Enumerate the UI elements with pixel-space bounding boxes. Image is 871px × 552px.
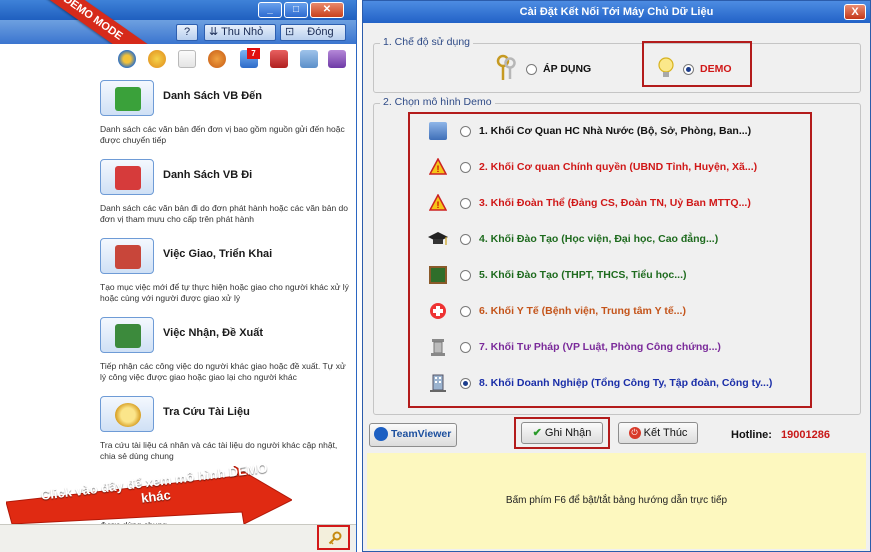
presentation-icon[interactable] [270, 50, 288, 68]
left-status-bar [0, 524, 356, 552]
key-icon [328, 531, 342, 545]
smiley-icon[interactable] [148, 50, 166, 68]
warning-icon: ! [429, 194, 447, 211]
main-app-window: _ □ ✕ ? ⇊ Thu Nhỏ ⊡ Đóng DEMO MODE 7 Dan… [0, 0, 357, 552]
switch-demo-button[interactable] [317, 525, 350, 550]
model-2-radio[interactable] [460, 162, 471, 173]
menu-item-title[interactable]: Danh Sách VB Đi [163, 169, 252, 181]
left-toolbar: ? ⇊ Thu Nhỏ ⊡ Đóng [0, 20, 356, 44]
close-window-button[interactable]: ✕ [310, 2, 344, 18]
menu-item-desc: Tra cứu tài liệu cá nhân và các tài liệu… [100, 440, 338, 461]
svg-text:!: ! [437, 164, 440, 174]
teamviewer-icon [374, 427, 388, 442]
model-4-radio[interactable] [460, 234, 471, 245]
model-1-radio[interactable] [460, 126, 471, 137]
building-icon [429, 122, 447, 140]
medical-cross-icon [430, 303, 446, 319]
model-4-label[interactable]: 4. Khối Đào Tạo (Học viện, Đại học, Cao … [479, 233, 718, 245]
quick-icon-bar [0, 44, 356, 74]
warning-icon: ! [429, 158, 447, 175]
svg-text:!: ! [437, 200, 440, 210]
keys-icon [496, 54, 516, 80]
graduation-cap-icon [428, 232, 448, 245]
exit-button[interactable]: ⏻ Kết Thúc [618, 422, 698, 444]
chevrons-down-icon: ⇊ [209, 26, 222, 38]
server-settings-dialog: Cài Đặt Kết Nối Tới Máy Chủ Dữ Liệu X 1.… [362, 0, 871, 552]
model-3-radio[interactable] [460, 198, 471, 209]
exit-icon: ⊡ [285, 26, 298, 38]
model-7-radio[interactable] [460, 342, 471, 353]
model-8-label[interactable]: 8. Khối Doanh Nghiệp (Tổng Công Ty, Tập … [479, 377, 772, 389]
usage-mode-group: 1. Chế độ sử dụng ÁP DỤNG DEMO [373, 36, 861, 93]
mail-icon[interactable] [178, 50, 196, 68]
minimize-window-button[interactable]: _ [258, 2, 282, 18]
menu-item-desc: Danh sách các văn bản đến đơn vị bao gồm… [100, 124, 345, 145]
model-1-label[interactable]: 1. Khối Cơ Quan HC Nhà Nước (Bộ, Sở, Phò… [479, 125, 751, 137]
menu-item-title[interactable]: Việc Giao, Triển Khai [163, 248, 272, 260]
dialog-title: Cài Đặt Kết Nối Tới Máy Chủ Dữ Liệu [363, 1, 870, 23]
received-tasks-icon[interactable] [100, 317, 154, 353]
menu-item-desc: Tạo mục việc mới để tự thực hiện hoặc gi… [100, 282, 349, 303]
settings-icon[interactable] [300, 50, 318, 68]
hint-panel: Bấm phím F6 để bật/tắt bảng hướng dẫn tr… [367, 453, 866, 549]
close-app-button[interactable]: ⊡ Đóng [280, 24, 346, 41]
books-icon[interactable] [328, 50, 346, 68]
globe-icon[interactable] [118, 50, 136, 68]
model-5-radio[interactable] [460, 270, 471, 281]
exit-label: Kết Thúc [643, 427, 688, 439]
model-2-label[interactable]: 2. Khối Cơ quan Chính quyền (UBND Tỉnh, … [479, 161, 757, 173]
blackboard-icon [429, 266, 447, 284]
minimize-label: Thu Nhỏ [221, 26, 264, 38]
demo-model-legend: 2. Chọn mô hình Demo [380, 96, 495, 108]
close-label: Đóng [307, 26, 334, 38]
save-highlight-box [514, 417, 610, 449]
model-3-label[interactable]: 3. Khối Đoàn Thể (Đảng CS, Đoàn TN, Uỷ B… [479, 197, 751, 209]
model-6-label[interactable]: 6. Khối Y Tế (Bệnh viện, Trung tâm Y tế.… [479, 305, 686, 317]
maximize-window-button[interactable]: □ [284, 2, 308, 18]
apply-mode-radio[interactable] [526, 64, 537, 75]
demo-highlight-box [642, 41, 752, 87]
assign-tasks-icon[interactable] [100, 238, 154, 274]
magnifier-icon[interactable] [100, 396, 154, 432]
menu-item-title[interactable]: Danh Sách VB Đến [163, 90, 262, 102]
incoming-docs-icon[interactable] [100, 80, 154, 116]
help-button[interactable]: ? [176, 24, 198, 41]
minimize-button[interactable]: ⇊ Thu Nhỏ [204, 24, 276, 41]
teamviewer-button[interactable]: TeamViewer [369, 423, 457, 447]
usage-mode-legend: 1. Chế độ sử dụng [380, 36, 474, 48]
model-7-label[interactable]: 7. Khối Tư Pháp (VP Luật, Phòng Công chứ… [479, 341, 721, 353]
model-8-radio[interactable] [460, 378, 471, 389]
menu-item-title[interactable]: Tra Cứu Tài Liệu [163, 406, 250, 418]
teamviewer-label: TeamViewer [391, 428, 452, 440]
models-highlight-box [408, 112, 812, 408]
power-icon: ⏻ [628, 427, 641, 440]
menu-item-title[interactable]: Việc Nhận, Đề Xuất [163, 327, 263, 339]
model-5-label[interactable]: 5. Khối Đào Tạo (THPT, THCS, Tiểu học...… [479, 269, 686, 281]
apply-mode-label[interactable]: ÁP DỤNG [543, 63, 591, 75]
menu-item-desc: Tiếp nhận các công việc do người khác gi… [100, 361, 346, 382]
chart-ball-icon[interactable] [208, 50, 226, 68]
pillar-icon [431, 339, 445, 356]
dialog-close-button[interactable]: X [844, 4, 866, 20]
menu-item-desc: Danh sách các văn bản đi do đơn phát hàn… [100, 203, 349, 224]
hint-text: Bấm phím F6 để bật/tắt bảng hướng dẫn tr… [505, 495, 728, 506]
hotline-number: 19001286 [781, 429, 830, 441]
office-building-icon [430, 374, 446, 392]
notification-badge: 7 [247, 48, 260, 59]
hotline-label: Hotline: [731, 429, 772, 441]
model-6-radio[interactable] [460, 306, 471, 317]
outgoing-docs-icon[interactable] [100, 159, 154, 195]
